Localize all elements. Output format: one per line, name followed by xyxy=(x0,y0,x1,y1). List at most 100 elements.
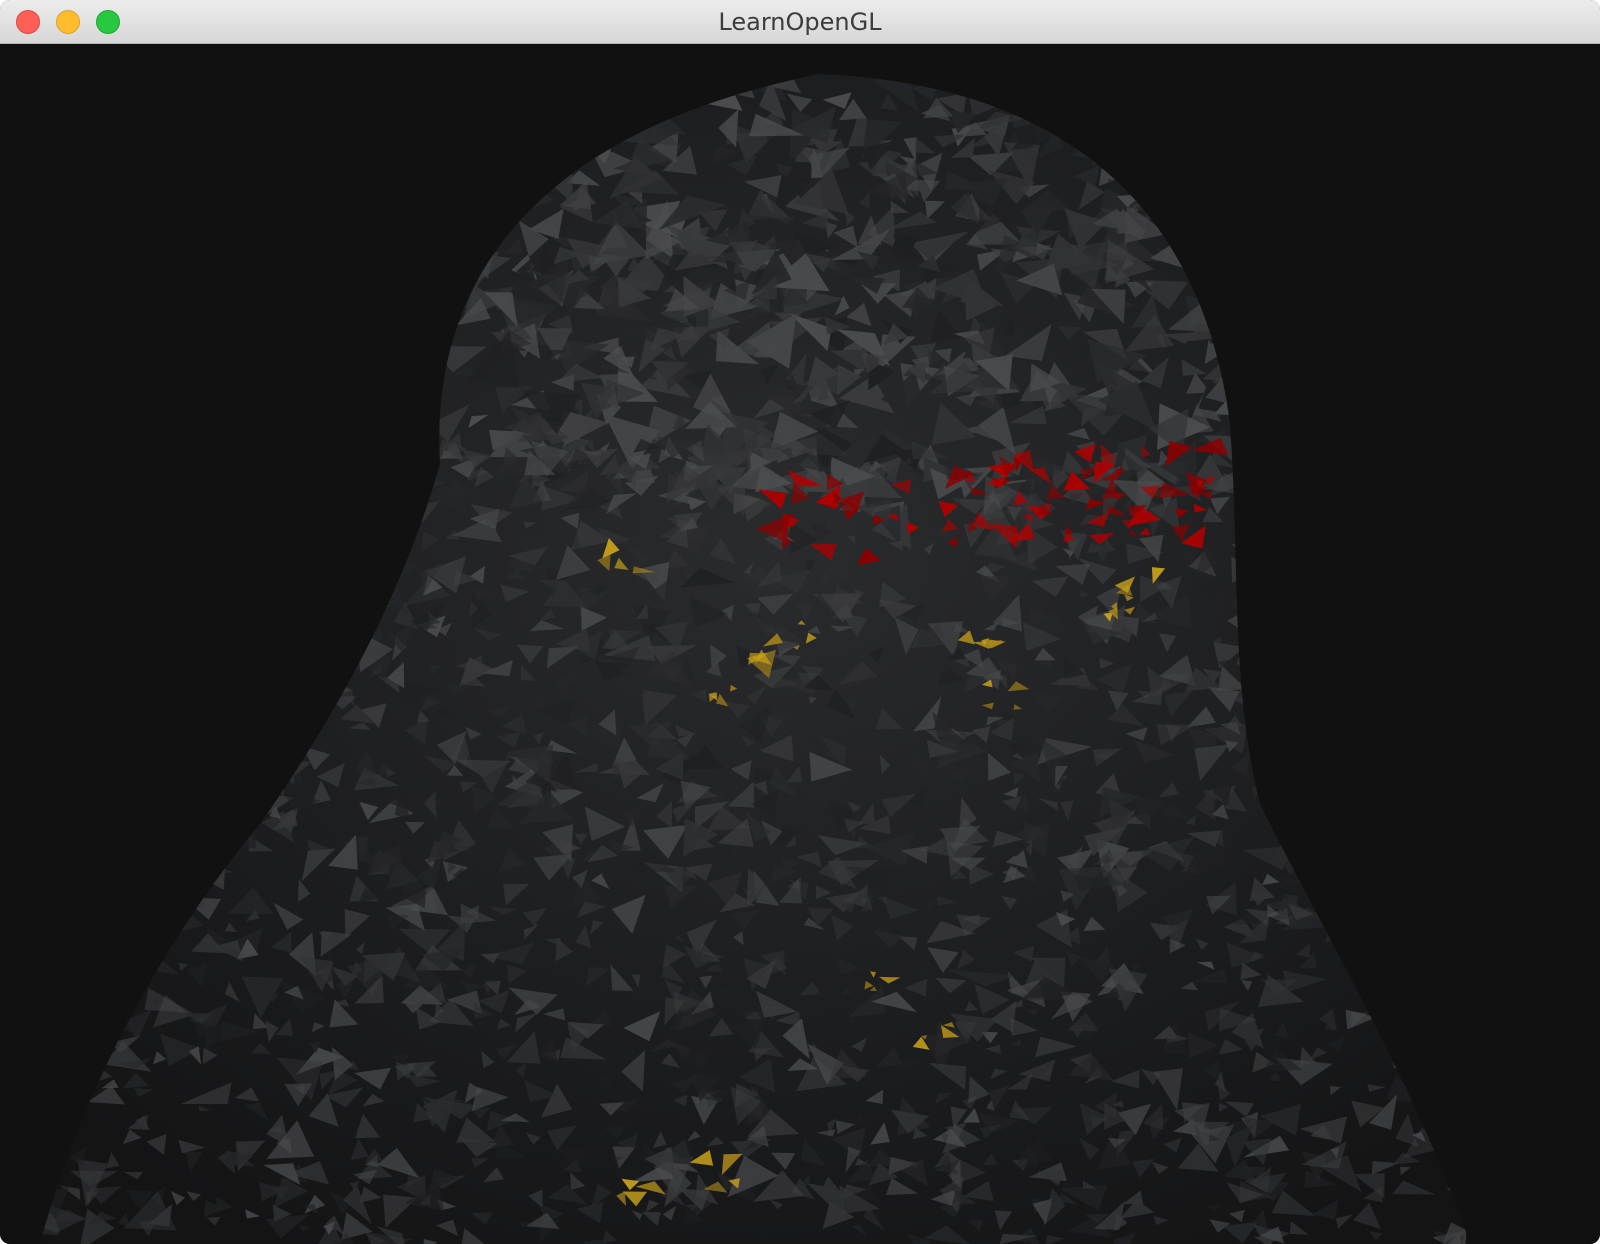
mesh-shard xyxy=(166,458,202,474)
mesh-shard xyxy=(294,729,312,740)
mesh-shard xyxy=(126,930,161,949)
mesh-shard xyxy=(1171,155,1200,174)
mesh-shard xyxy=(1309,558,1341,587)
mesh-shard xyxy=(356,510,391,549)
mesh-shard xyxy=(1417,718,1429,733)
mesh-shard xyxy=(1406,672,1436,696)
mesh-shard xyxy=(1126,108,1152,129)
mesh-shard xyxy=(1396,868,1428,887)
mesh-shard xyxy=(112,920,140,937)
mesh-shard xyxy=(1129,75,1176,111)
mesh-shard xyxy=(40,693,54,715)
mesh-shard xyxy=(108,804,125,822)
mesh-shard xyxy=(1257,541,1294,577)
mesh-shard xyxy=(1281,642,1321,676)
mesh-shard xyxy=(1375,666,1395,676)
mesh-shard xyxy=(1186,231,1220,251)
mesh-shard xyxy=(1417,572,1439,588)
mesh-shard xyxy=(121,757,143,777)
mesh-shard xyxy=(1397,908,1424,925)
mesh-shard xyxy=(1462,1159,1470,1190)
mesh-shard xyxy=(476,104,500,146)
mesh-shard xyxy=(501,129,523,175)
mesh-shard xyxy=(53,463,66,475)
mesh-shard xyxy=(321,613,344,637)
mesh-shard xyxy=(1415,917,1441,944)
mesh-shard xyxy=(1378,726,1424,758)
mesh-shard xyxy=(132,922,148,940)
mesh-shard xyxy=(1392,1046,1424,1068)
mesh-shard xyxy=(1376,742,1409,767)
mesh-shard xyxy=(1405,849,1424,865)
mesh-shard xyxy=(1362,768,1403,812)
mesh-shard xyxy=(63,996,93,1025)
mesh-shard xyxy=(179,646,206,678)
mesh-shard xyxy=(64,557,85,570)
mesh-shard xyxy=(1423,654,1446,672)
mesh-shard xyxy=(1283,497,1300,519)
mesh-shard xyxy=(180,473,222,502)
mesh-shard xyxy=(1453,517,1470,527)
mesh-shard xyxy=(1206,186,1241,232)
mesh-shard xyxy=(300,601,329,624)
mesh-shard xyxy=(137,823,167,852)
mesh-shard xyxy=(1456,687,1470,711)
mesh-shard xyxy=(1373,565,1397,591)
opengl-viewport[interactable] xyxy=(0,44,1600,1244)
mesh-shard xyxy=(505,99,541,130)
mesh-shard xyxy=(1391,955,1405,967)
mesh-shard xyxy=(264,740,302,783)
mesh-shard xyxy=(1358,651,1386,681)
mesh-shard xyxy=(1422,912,1437,920)
mesh-shard xyxy=(1204,331,1250,365)
mesh-shard xyxy=(105,593,135,622)
mesh-shard xyxy=(1310,592,1349,621)
mesh-shard xyxy=(195,603,218,622)
mesh-shard xyxy=(1272,459,1296,483)
mesh-shard xyxy=(1432,1086,1445,1102)
mesh-shard xyxy=(81,646,104,662)
mesh-shard xyxy=(40,884,48,897)
mesh-shard xyxy=(1356,970,1374,995)
mesh-shard xyxy=(1363,966,1387,989)
mesh-shard xyxy=(132,478,156,501)
mesh-shard xyxy=(56,500,68,514)
mesh-shard xyxy=(117,508,133,527)
mesh-shard xyxy=(1259,790,1274,807)
mesh-shard xyxy=(1384,482,1410,504)
mesh-shard xyxy=(1122,101,1156,116)
mesh-shard xyxy=(96,695,125,709)
mesh-shard xyxy=(1381,459,1423,491)
mesh-shard xyxy=(1445,620,1468,635)
mesh-shard xyxy=(1369,454,1392,472)
mesh-shard xyxy=(73,1099,84,1108)
mesh-shard xyxy=(155,684,174,704)
mesh-shard xyxy=(131,437,152,464)
mesh-shard xyxy=(1278,763,1320,798)
window-title: LearnOpenGL xyxy=(718,8,882,36)
mesh-shard xyxy=(466,108,483,127)
mesh-shard xyxy=(1358,716,1399,741)
title-bar[interactable]: LearnOpenGL xyxy=(0,0,1600,44)
mesh-shard xyxy=(142,718,155,735)
mesh-shard xyxy=(1039,95,1067,123)
mesh-shard xyxy=(1319,505,1346,526)
mesh-shard xyxy=(66,1027,84,1043)
mesh-shard xyxy=(582,94,613,111)
mesh-shard xyxy=(215,491,238,513)
mesh-shard xyxy=(1211,243,1261,269)
mesh-shard xyxy=(486,157,521,187)
mesh-shard xyxy=(1257,543,1269,553)
mesh-shard xyxy=(1360,829,1372,836)
mesh-shard xyxy=(55,965,93,986)
mesh-shard xyxy=(1433,693,1470,733)
mesh-shard xyxy=(74,1020,86,1030)
mesh-shard xyxy=(431,213,464,240)
mesh-shard xyxy=(234,612,263,638)
mesh-shard xyxy=(1267,448,1283,457)
mesh-shard xyxy=(76,807,117,831)
mesh-shard xyxy=(231,656,259,684)
mesh-shard xyxy=(1331,682,1362,711)
mesh-shard xyxy=(1305,722,1335,746)
mesh-shard xyxy=(1357,805,1385,822)
